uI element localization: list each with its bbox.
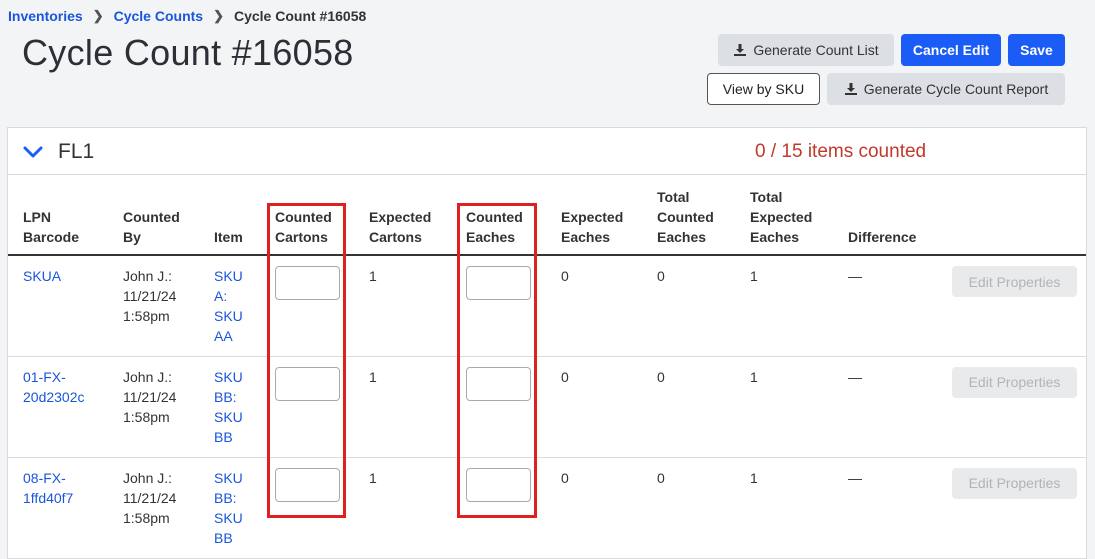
cycle-count-table: LPN Barcode Counted By Item Counted Cartons…: [8, 176, 1086, 559]
difference-cell: —: [833, 457, 935, 559]
total-counted-cell: 0: [642, 356, 735, 458]
expected-cartons-cell: 1: [354, 356, 451, 458]
table-header-row: LPN Barcode Counted By Item Counted Cartons…: [8, 176, 1086, 256]
save-button[interactable]: Save: [1008, 34, 1065, 66]
col-item: Item: [199, 176, 260, 256]
col-difference: Difference: [833, 176, 935, 256]
col-counted-cartons: Counted Cartons: [260, 176, 354, 256]
table-row: SKUA John J.: 11/21/24 1:58pm SKU A: SKU AA 1…: [8, 255, 1086, 357]
col-counted-by: Counted By: [108, 176, 199, 256]
counted-eaches-cell: [451, 255, 546, 357]
breadcrumb: Inventories ❯ Cycle Counts ❯ Cycle Count…: [8, 8, 366, 24]
col-total-expected-eaches: Total Expected Eaches: [735, 176, 833, 256]
lpn-cell: SKUA: [8, 255, 108, 357]
zone-panel: FL1 0 / 15 items counted LPN Barcode Coun…: [7, 127, 1087, 559]
counted-cartons-cell: [260, 255, 354, 357]
chevron-right-icon: ❯: [92, 8, 104, 23]
zone-name: FL1: [58, 140, 95, 163]
counted-cartons-input[interactable]: [275, 266, 340, 300]
item-cell: SKU BB: SKU BB: [199, 457, 260, 559]
chevron-down-icon[interactable]: [23, 144, 43, 160]
chevron-right-icon: ❯: [213, 8, 224, 23]
col-counted-eaches: Counted Eaches: [451, 176, 546, 256]
expected-eaches-cell: 0: [546, 356, 642, 458]
page-title: Cycle Count #16058: [22, 32, 354, 73]
download-icon: [844, 83, 857, 95]
total-counted-cell: 0: [642, 255, 735, 357]
total-expected-cell: 1: [735, 457, 833, 559]
col-lpn-barcode: LPN Barcode: [8, 176, 108, 256]
counted-by-cell: John J.: 11/21/24 1:58pm: [108, 356, 199, 458]
item-cell: SKU BB: SKU BB: [199, 356, 260, 458]
edit-properties-button[interactable]: Edit Properties: [952, 366, 1077, 398]
total-expected-cell: 1: [735, 255, 833, 357]
counted-cartons-cell: [260, 457, 354, 559]
generate-count-list-label: Generate Count List: [753, 42, 879, 58]
zone-header[interactable]: FL1 0 / 15 items counted: [8, 128, 1086, 175]
generate-count-list-button[interactable]: Generate Count List: [718, 34, 894, 66]
item-link[interactable]: SKU BB: SKU BB: [214, 470, 243, 546]
generate-report-label: Generate Cycle Count Report: [863, 81, 1049, 97]
expected-cartons-cell: 1: [354, 255, 451, 357]
edit-properties-button[interactable]: Edit Properties: [952, 467, 1077, 499]
counted-eaches-input[interactable]: [466, 366, 531, 401]
breadcrumb-inventories[interactable]: Inventories: [8, 8, 83, 24]
col-total-counted-eaches: Total Counted Eaches: [642, 176, 735, 256]
counted-eaches-cell: [451, 457, 546, 559]
expected-eaches-cell: 0: [546, 255, 642, 357]
total-expected-cell: 1: [735, 356, 833, 458]
counted-status: 0 / 15 items counted: [755, 141, 927, 162]
breadcrumb-cycle-counts[interactable]: Cycle Counts: [114, 8, 203, 24]
view-by-sku-button[interactable]: View by SKU: [707, 73, 820, 105]
lpn-cell: 01-FX- 20d2302c: [8, 356, 108, 458]
lpn-link[interactable]: 01-FX- 20d2302c: [23, 369, 85, 405]
item-cell: SKU A: SKU AA: [199, 255, 260, 357]
item-link[interactable]: SKU BB: SKU BB: [214, 369, 243, 445]
table-row: 08-FX- 1ffd40f7 John J.: 11/21/24 1:58pm SK…: [8, 457, 1086, 559]
counted-eaches-input[interactable]: [466, 467, 531, 502]
actions-cell: Edit Properties: [935, 356, 1086, 458]
counted-eaches-input[interactable]: [466, 266, 531, 300]
expected-eaches-cell: 0: [546, 457, 642, 559]
item-link[interactable]: SKU A: SKU AA: [214, 268, 243, 344]
counted-by-cell: John J.: 11/21/24 1:58pm: [108, 457, 199, 559]
counted-eaches-cell: [451, 356, 546, 458]
col-expected-cartons: Expected Cartons: [354, 176, 451, 256]
lpn-link[interactable]: SKUA: [23, 268, 61, 284]
col-actions: [935, 176, 1086, 256]
cancel-edit-button[interactable]: Cancel Edit: [901, 34, 1001, 66]
actions-cell: Edit Properties: [935, 255, 1086, 357]
expected-cartons-cell: 1: [354, 457, 451, 559]
difference-cell: —: [833, 255, 935, 357]
col-expected-eaches: Expected Eaches: [546, 176, 642, 256]
counted-cartons-input[interactable]: [275, 467, 340, 502]
edit-properties-button[interactable]: Edit Properties: [952, 266, 1077, 297]
counted-by-cell: John J.: 11/21/24 1:58pm: [108, 255, 199, 357]
counted-cartons-cell: [260, 356, 354, 458]
generate-report-button[interactable]: Generate Cycle Count Report: [827, 73, 1065, 105]
actions-cell: Edit Properties: [935, 457, 1086, 559]
breadcrumb-current: Cycle Count #16058: [233, 8, 367, 24]
lpn-link[interactable]: 08-FX- 1ffd40f7: [23, 470, 73, 506]
counted-cartons-input[interactable]: [275, 366, 340, 401]
total-counted-cell: 0: [642, 457, 735, 559]
difference-cell: —: [833, 356, 935, 458]
table-row: 01-FX- 20d2302c John J.: 11/21/24 1:58pm SK…: [8, 356, 1086, 458]
download-icon: [734, 44, 747, 56]
lpn-cell: 08-FX- 1ffd40f7: [8, 457, 108, 559]
